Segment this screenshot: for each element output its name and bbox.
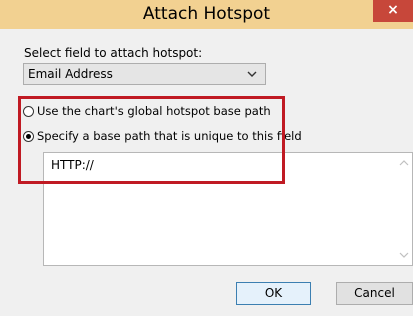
dialog-title: Attach Hotspot <box>142 4 271 24</box>
field-select-label: Select field to attach hotspot: <box>24 46 203 60</box>
base-path-textarea[interactable]: HTTP:// <box>43 152 413 266</box>
chevron-down-icon <box>247 71 257 77</box>
cancel-button[interactable]: Cancel <box>336 282 413 305</box>
field-dropdown-value: Email Address <box>28 67 113 81</box>
unique-path-label: Specify a base path that is unique to th… <box>37 129 302 143</box>
global-path-radio-option[interactable]: Use the chart's global hotspot base path <box>23 103 271 119</box>
unique-path-radio-option[interactable]: Specify a base path that is unique to th… <box>23 128 302 144</box>
field-dropdown[interactable]: Email Address <box>23 63 266 85</box>
global-path-radio[interactable] <box>23 105 34 117</box>
scroll-up-icon[interactable] <box>399 159 409 167</box>
ok-button[interactable]: OK <box>236 282 311 305</box>
unique-path-radio[interactable] <box>23 130 34 142</box>
base-path-text: HTTP:// <box>51 158 94 172</box>
global-path-label: Use the chart's global hotspot base path <box>37 104 271 118</box>
attach-hotspot-dialog: Attach Hotspot × Select field to attach … <box>0 0 413 316</box>
scroll-down-icon[interactable] <box>399 251 409 259</box>
close-button[interactable]: × <box>373 0 413 22</box>
vertical-scrollbar[interactable] <box>396 153 412 265</box>
